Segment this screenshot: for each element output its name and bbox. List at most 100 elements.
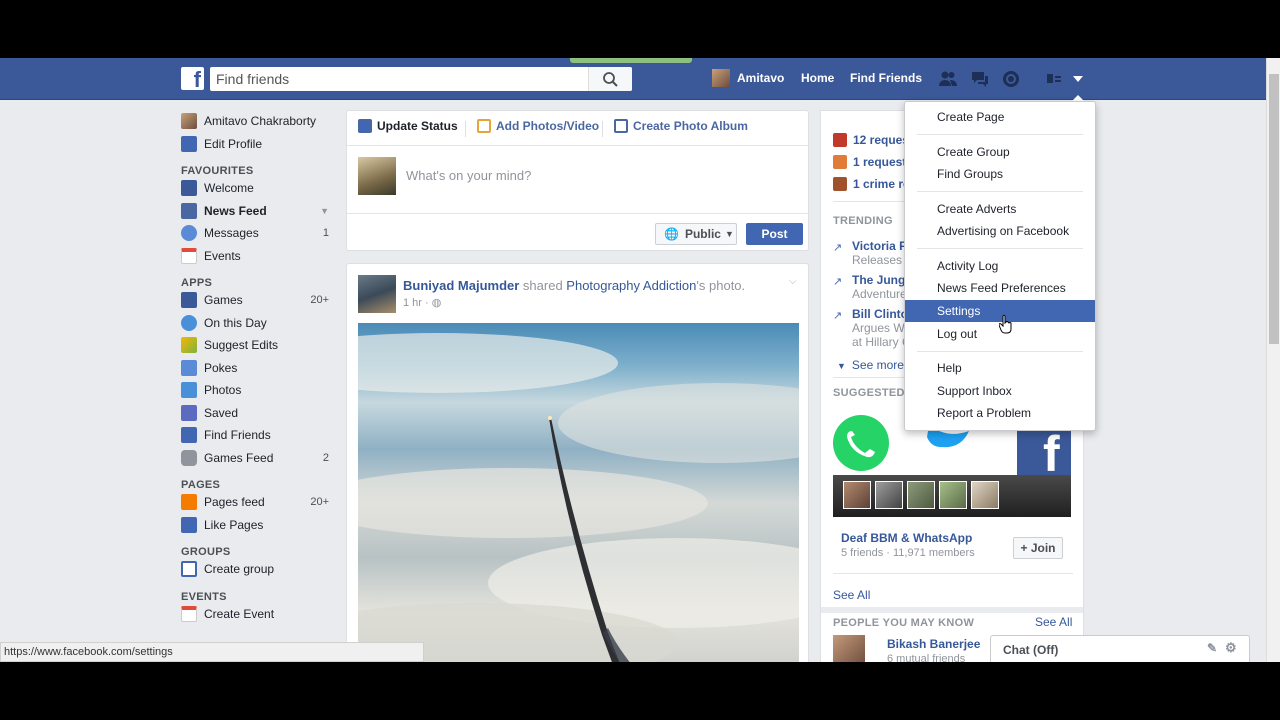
nav-item-label: Photos bbox=[204, 383, 242, 398]
trending-icon: ↗ bbox=[833, 276, 843, 288]
facebook-logo[interactable]: f bbox=[181, 67, 204, 90]
menu-item-report-problem[interactable]: Report a Problem bbox=[905, 402, 1095, 424]
nav-item-saved[interactable]: Saved bbox=[181, 402, 333, 425]
nav-item-suggest-edits[interactable]: Suggest Edits bbox=[181, 334, 333, 357]
nav-item-news-feed[interactable]: News Feed ▼ bbox=[181, 200, 333, 223]
globe-icon: · ◍ bbox=[425, 297, 442, 309]
tab-label: Add Photos/Video bbox=[496, 119, 600, 133]
game-request-icon bbox=[833, 177, 847, 191]
status-bar-url: https://www.facebook.com/settings bbox=[0, 642, 424, 662]
menu-item-support-inbox[interactable]: Support Inbox bbox=[905, 380, 1095, 402]
find-friends-link[interactable]: Find Friends bbox=[850, 71, 922, 85]
section-gap bbox=[821, 607, 1083, 613]
trending-item[interactable]: Victoria Fa Releases bbox=[852, 239, 912, 267]
request-item[interactable]: 1 request bbox=[833, 155, 906, 169]
menu-item-advertising[interactable]: Advertising on Facebook bbox=[905, 220, 1095, 242]
status-composer: Update Status Add Photos/Video Create Ph… bbox=[346, 110, 809, 251]
trend-subtitle: at Hillary C bbox=[852, 335, 911, 349]
groups-header: GROUPS bbox=[181, 546, 231, 558]
messages-icon[interactable] bbox=[970, 69, 990, 89]
nav-edit-profile[interactable]: Edit Profile bbox=[181, 133, 333, 156]
request-label: 1 crime re bbox=[853, 177, 910, 191]
see-more-link[interactable]: ▼ See more bbox=[837, 358, 904, 372]
gear-icon[interactable]: ⚙ bbox=[1225, 640, 1237, 656]
person-name-link[interactable]: Bikash Banerjee bbox=[887, 637, 980, 651]
flag-icon bbox=[181, 494, 197, 511]
loading-indicator bbox=[570, 58, 692, 63]
pages-header: PAGES bbox=[181, 479, 221, 491]
post-button[interactable]: Post bbox=[746, 223, 803, 245]
trending-item[interactable]: Bill Clinto Argues Wi at Hillary C bbox=[852, 307, 912, 349]
friend-thumbnail[interactable] bbox=[907, 481, 935, 509]
story-photo[interactable] bbox=[358, 323, 799, 662]
news-feed-icon bbox=[181, 202, 197, 219]
notifications-icon[interactable] bbox=[1001, 69, 1021, 89]
nav-item-find-friends[interactable]: Find Friends bbox=[181, 424, 333, 447]
see-all-groups-link[interactable]: See All bbox=[833, 588, 870, 602]
tab-add-photos[interactable]: Add Photos/Video bbox=[477, 119, 599, 133]
nav-item-label: Suggest Edits bbox=[204, 338, 279, 353]
nav-item-label: Saved bbox=[204, 405, 239, 420]
privacy-shortcuts-icon[interactable] bbox=[1044, 69, 1064, 89]
nav-item-games[interactable]: Games 20+ bbox=[181, 289, 333, 312]
menu-item-create-group[interactable]: Create Group bbox=[905, 141, 1095, 163]
nav-item-create-event[interactable]: Create Event bbox=[181, 603, 333, 626]
story-timestamp[interactable]: 1 hr bbox=[403, 297, 422, 309]
nav-item-create-group[interactable]: Create group bbox=[181, 558, 333, 581]
request-item[interactable]: 1 crime re bbox=[833, 177, 910, 191]
profile-link[interactable]: Amitavo bbox=[737, 71, 784, 85]
author-avatar[interactable] bbox=[358, 275, 396, 313]
nav-item-photos[interactable]: Photos bbox=[181, 379, 333, 402]
person-avatar[interactable] bbox=[833, 635, 865, 662]
chevron-down-icon[interactable]: ▼ bbox=[320, 206, 329, 216]
friend-thumbnail[interactable] bbox=[939, 481, 967, 509]
nav-profile[interactable]: Amitavo Chakraborty bbox=[181, 110, 333, 133]
account-menu-caret-icon[interactable] bbox=[1068, 69, 1088, 89]
people-you-may-know-title: PEOPLE YOU MAY KNOW bbox=[833, 617, 975, 629]
friend-thumbnail[interactable] bbox=[875, 481, 903, 509]
search-input[interactable] bbox=[210, 67, 590, 91]
tab-update-status[interactable]: Update Status bbox=[358, 119, 458, 133]
nav-item-pages-feed[interactable]: Pages feed 20+ bbox=[181, 491, 333, 514]
home-link[interactable]: Home bbox=[801, 71, 834, 85]
group-name-link[interactable]: Deaf BBM & WhatsApp bbox=[841, 531, 972, 545]
menu-item-create-page[interactable]: Create Page bbox=[905, 106, 1095, 128]
story-options-icon[interactable]: ⌵ bbox=[789, 276, 797, 287]
nav-item-events[interactable]: Events bbox=[181, 245, 333, 268]
page-scrollbar[interactable] bbox=[1266, 58, 1280, 662]
game-request-icon bbox=[833, 155, 847, 169]
scrollbar-thumb[interactable] bbox=[1269, 74, 1279, 344]
chat-bar[interactable]: Chat (Off) ✎ ⚙ bbox=[990, 635, 1250, 662]
request-item[interactable]: 12 reques bbox=[833, 133, 909, 147]
nav-item-like-pages[interactable]: Like Pages bbox=[181, 514, 333, 537]
nav-item-pokes[interactable]: Pokes bbox=[181, 357, 333, 380]
friend-requests-icon[interactable] bbox=[938, 69, 958, 89]
nav-item-messages[interactable]: Messages 1 bbox=[181, 222, 333, 245]
menu-item-news-feed-preferences[interactable]: News Feed Preferences bbox=[905, 277, 1095, 299]
page-link[interactable]: Photography Addiction bbox=[566, 278, 696, 293]
see-all-people-link[interactable]: See All bbox=[1035, 615, 1072, 629]
friend-thumbnail[interactable] bbox=[843, 481, 871, 509]
user-avatar[interactable] bbox=[712, 69, 730, 87]
rocket-launch-image bbox=[358, 333, 799, 662]
search-button[interactable] bbox=[588, 67, 632, 91]
nav-item-on-this-day[interactable]: On this Day bbox=[181, 312, 333, 335]
menu-item-create-adverts[interactable]: Create Adverts bbox=[905, 198, 1095, 220]
author-link[interactable]: Buniyad Majumder bbox=[403, 278, 519, 293]
menu-item-find-groups[interactable]: Find Groups bbox=[905, 163, 1095, 185]
nav-item-welcome[interactable]: Welcome bbox=[181, 177, 333, 200]
favourites-header: FAVOURITES bbox=[181, 165, 254, 177]
join-group-button[interactable]: + Join bbox=[1013, 537, 1063, 559]
friend-thumbnail[interactable] bbox=[971, 481, 999, 509]
nav-item-games-feed[interactable]: Games Feed 2 bbox=[181, 447, 333, 470]
story-header: Buniyad Majumder shared Photography Addi… bbox=[403, 278, 745, 293]
trending-item[interactable]: The Jungl Adventure bbox=[852, 273, 912, 301]
compose-icon[interactable]: ✎ bbox=[1207, 641, 1217, 655]
menu-item-activity-log[interactable]: Activity Log bbox=[905, 255, 1095, 277]
apps-header: APPS bbox=[181, 277, 213, 289]
privacy-selector[interactable]: 🌐 Public ▼ bbox=[655, 223, 737, 245]
games-icon bbox=[181, 292, 197, 309]
tab-create-album[interactable]: Create Photo Album bbox=[614, 119, 748, 133]
status-input[interactable]: What's on your mind? bbox=[406, 168, 531, 183]
menu-item-help[interactable]: Help bbox=[905, 357, 1095, 379]
